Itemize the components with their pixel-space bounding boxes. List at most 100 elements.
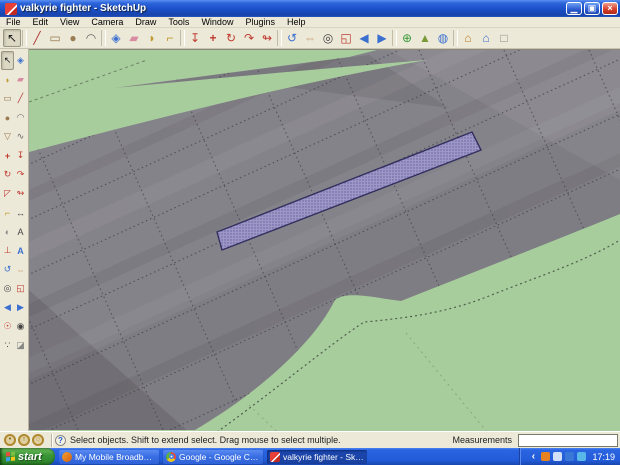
- close-button[interactable]: ×: [602, 2, 618, 15]
- pan-tool-button[interactable]: ⇔: [301, 29, 319, 47]
- tray-volume-icon[interactable]: [553, 452, 562, 461]
- menu-item-edit[interactable]: Edit: [27, 17, 55, 28]
- eraser-tool-button[interactable]: ▰: [125, 29, 143, 47]
- menu-item-file[interactable]: File: [0, 17, 27, 28]
- menu-item-tools[interactable]: Tools: [162, 17, 195, 28]
- palette-select-tool-button[interactable]: ↖: [1, 51, 14, 70]
- photo-textures-tool-button[interactable]: ◍: [434, 29, 452, 47]
- select-tool-button[interactable]: ↖: [3, 29, 21, 47]
- follow-me-tool-button[interactable]: ↷: [240, 29, 258, 47]
- tray-network-icon[interactable]: [565, 452, 574, 461]
- get-models-tool-button[interactable]: ⌂: [459, 29, 477, 47]
- start-button[interactable]: start: [0, 448, 55, 465]
- toggle-terrain-tool-button[interactable]: ▲: [416, 29, 434, 47]
- next-tool-button[interactable]: ▶: [373, 29, 391, 47]
- share-models-tool-button[interactable]: ⌂: [477, 29, 495, 47]
- task-label: valkyrie fighter - Sket...: [283, 452, 364, 462]
- paint-bucket-tool-button[interactable]: ◗: [143, 29, 161, 47]
- palette-orbit-tool-button[interactable]: ↺: [1, 260, 14, 279]
- sketchup-app-icon: [5, 3, 17, 15]
- palette-next-tool-button[interactable]: ▶: [14, 298, 27, 317]
- palette-pan-tool-button[interactable]: ⇔: [14, 260, 27, 279]
- palette-walk-tool-button[interactable]: ∵: [1, 336, 14, 355]
- model-canvas[interactable]: [29, 49, 620, 431]
- line-tool-button[interactable]: ╱: [28, 29, 46, 47]
- measurements-input[interactable]: [518, 434, 618, 447]
- palette-look-around-tool-button[interactable]: ◉: [14, 317, 27, 336]
- palette-polygon-tool-button[interactable]: ▽: [1, 127, 14, 146]
- offset-tool-button[interactable]: ↬: [258, 29, 276, 47]
- push-pull-tool-button[interactable]: ↧: [186, 29, 204, 47]
- palette-offset-tool-button[interactable]: ↬: [14, 184, 27, 203]
- palette-position-camera-tool-button[interactable]: ☉: [1, 317, 14, 336]
- palette-section-plane-tool-button[interactable]: ◪: [14, 336, 27, 355]
- palette-eraser-tool-button[interactable]: ▰: [14, 70, 27, 89]
- palette-zoom-tool-button[interactable]: ◎: [1, 279, 14, 298]
- palette-scale-tool-button[interactable]: ◸: [1, 184, 14, 203]
- minimize-button[interactable]: ▁: [566, 2, 582, 15]
- circle-tool-button[interactable]: ●: [64, 29, 82, 47]
- palette-dimension-tool-button[interactable]: ↔: [14, 203, 27, 222]
- statusbar-badge-1[interactable]: •: [4, 434, 16, 446]
- palette-previous-tool-button[interactable]: ◀: [1, 298, 14, 317]
- status-bar: •↑◌ ? Select objects. Shift to extend se…: [0, 431, 620, 448]
- menu-item-draw[interactable]: Draw: [129, 17, 162, 28]
- palette-tape-measure-tool-button[interactable]: ⌐: [1, 203, 14, 222]
- toolbar-separator: [180, 30, 185, 46]
- menu-item-camera[interactable]: Camera: [85, 17, 129, 28]
- tray-update-icon[interactable]: [577, 452, 586, 461]
- restore-button[interactable]: ▣: [584, 2, 600, 15]
- palette-rectangle-tool-button[interactable]: ▭: [1, 89, 14, 108]
- tray-mobile-icon[interactable]: [541, 452, 550, 461]
- menu-item-view[interactable]: View: [54, 17, 85, 28]
- palette-follow-me-tool-button[interactable]: ↷: [14, 165, 27, 184]
- palette-push-pull-tool-button[interactable]: ↧: [14, 146, 27, 165]
- toolbar-separator: [392, 30, 397, 46]
- system-tray: ‹ 17:19: [520, 448, 620, 465]
- menu-item-window[interactable]: Window: [195, 17, 239, 28]
- large-tool-set: ↖◈◗▰▭╱●◠▽∿+↧↻↷◸↬⌐↔◐A⊥A↺⇔◎◱◀▶☉◉∵◪: [0, 49, 29, 431]
- palette-rotate-tool-button[interactable]: ↻: [1, 165, 14, 184]
- move-tool-button[interactable]: +: [204, 29, 222, 47]
- components-tool-button[interactable]: □: [495, 29, 513, 47]
- sketchup-window: valkyrie fighter - SketchUp ▁ ▣ × FileEd…: [0, 0, 620, 465]
- taskbar-task-mobile[interactable]: My Mobile Broadband...: [59, 450, 159, 464]
- palette-axes-tool-button[interactable]: ⊥: [1, 241, 14, 260]
- window-title: valkyrie fighter - SketchUp: [20, 3, 566, 14]
- previous-tool-button[interactable]: ◀: [355, 29, 373, 47]
- statusbar-badge-3[interactable]: ◌: [32, 434, 44, 446]
- help-icon[interactable]: ?: [55, 435, 66, 446]
- zoom-extents-tool-button[interactable]: ◱: [337, 29, 355, 47]
- add-location-tool-button[interactable]: ⊕: [398, 29, 416, 47]
- palette-arc-tool-button[interactable]: ◠: [14, 108, 27, 127]
- palette-paint-bucket-tool-button[interactable]: ◗: [1, 70, 14, 89]
- palette-zoom-extents-tool-button[interactable]: ◱: [14, 279, 27, 298]
- tray-expand-chevron[interactable]: ‹: [528, 451, 538, 463]
- taskbar-task-sketchup[interactable]: valkyrie fighter - Sket...: [267, 450, 367, 464]
- palette-3d-text-tool-button[interactable]: A: [14, 241, 27, 260]
- palette-make-component-tool-button[interactable]: ◈: [14, 51, 27, 70]
- rectangle-tool-button[interactable]: ▭: [46, 29, 64, 47]
- palette-move-tool-button[interactable]: +: [1, 146, 14, 165]
- zoom-tool-button[interactable]: ◎: [319, 29, 337, 47]
- arc-tool-button[interactable]: ◠: [82, 29, 100, 47]
- title-bar: valkyrie fighter - SketchUp ▁ ▣ ×: [0, 0, 620, 17]
- menu-item-plugins[interactable]: Plugins: [239, 17, 281, 28]
- palette-protractor-tool-button[interactable]: ◐: [1, 222, 14, 241]
- rotate-tool-button[interactable]: ↻: [222, 29, 240, 47]
- palette-circle-tool-button[interactable]: ●: [1, 108, 14, 127]
- status-hint: Select objects. Shift to extend select. …: [70, 435, 446, 445]
- taskbar-clock[interactable]: 17:19: [589, 452, 615, 462]
- taskbar-task-chrome[interactable]: Google - Google Chrome: [163, 450, 263, 464]
- menu-item-help[interactable]: Help: [281, 17, 312, 28]
- orbit-tool-button[interactable]: ↺: [283, 29, 301, 47]
- palette-text-tool-button[interactable]: A: [14, 222, 27, 241]
- make-component-tool-button[interactable]: ◈: [107, 29, 125, 47]
- toolbar-separator: [22, 30, 27, 46]
- statusbar-badge-2[interactable]: ↑: [18, 434, 30, 446]
- windows-flag-icon: [6, 452, 15, 462]
- palette-freehand-tool-button[interactable]: ∿: [14, 127, 27, 146]
- palette-line-tool-button[interactable]: ╱: [14, 89, 27, 108]
- tape-measure-tool-button[interactable]: ⌐: [161, 29, 179, 47]
- chrome-icon: [166, 452, 176, 462]
